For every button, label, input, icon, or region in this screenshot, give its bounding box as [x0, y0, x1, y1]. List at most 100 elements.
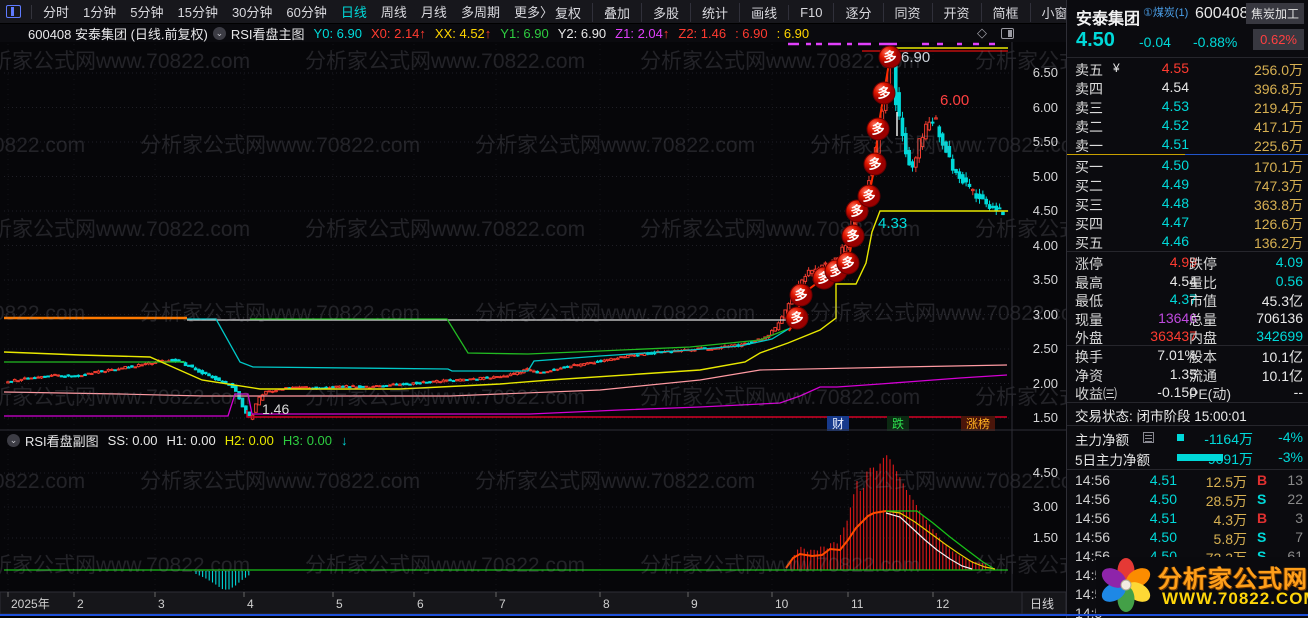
- industry-badge[interactable]: 焦炭加工: [1245, 3, 1304, 24]
- flow-label: 5日主力净额: [1075, 453, 1151, 468]
- level-label: 买四: [1075, 216, 1103, 232]
- tool-item-8[interactable]: 开资: [931, 2, 981, 22]
- period-item-6[interactable]: 日线: [334, 2, 374, 21]
- level-price: 4.52: [1161, 117, 1189, 133]
- period-item-4[interactable]: 30分钟: [225, 2, 279, 21]
- sell-level-2[interactable]: 卖二 4.52 417.1万: [1067, 116, 1308, 135]
- trading-app-window: 分析家公式网www.70822.com 分析家公式网www.70822.com 分析…: [0, 0, 1308, 618]
- svg-text:5.50: 5.50: [1033, 134, 1058, 149]
- stock-name[interactable]: 安泰集团: [1076, 5, 1140, 29]
- period-axis-label[interactable]: 日线: [1030, 597, 1054, 611]
- svg-text:分析家公式网www.70822.com: 分析家公式网www.70822.com: [810, 302, 1066, 325]
- tick-side: S: [1257, 491, 1267, 507]
- tool-item-7[interactable]: 同资: [882, 2, 932, 22]
- axis-month-label-7: 8: [603, 597, 610, 611]
- period-item-2[interactable]: 5分钟: [123, 2, 170, 21]
- indicator-field-2: XX: 4.52↑: [434, 25, 492, 41]
- level-price: 4.55: [1161, 60, 1189, 76]
- svg-text:多: 多: [846, 229, 859, 244]
- buy-level-3[interactable]: 买三 4.48 363.8万: [1067, 194, 1308, 213]
- svg-text:分析家公式网www.70822.com: 分析家公式网www.70822.com: [475, 470, 755, 493]
- svg-text:分析家公式网www.70822.com: 分析家公式网www.70822.com: [140, 470, 420, 493]
- tick-time: 14:56: [1075, 529, 1111, 545]
- toolbar: 分时 1分钟 5分钟 15分钟 30分钟 60分钟 日线 周线 月线 多周期 更多〉 复权 叠加 多股统…: [0, 0, 1222, 24]
- logo-site-url: WWW.70822.COM: [1162, 589, 1308, 608]
- period-item-5[interactable]: 60分钟: [279, 2, 333, 21]
- tool-item-9[interactable]: 简框: [980, 2, 1030, 22]
- buy-level-5[interactable]: 买五 4.46 136.2万: [1067, 232, 1308, 251]
- tool-item-5[interactable]: F10: [788, 4, 833, 20]
- collapse-subchart-icon[interactable]: ⌄: [7, 433, 20, 447]
- axis-month-label-11: 12: [936, 597, 950, 611]
- sector-tag[interactable]: ①煤炭(1): [1143, 4, 1188, 20]
- tool-item-2[interactable]: 多股: [641, 2, 690, 22]
- tick-count: 22: [1287, 491, 1303, 507]
- toolbar-divider: [31, 4, 32, 19]
- svg-text:3.50: 3.50: [1033, 272, 1058, 287]
- buy-level-4[interactable]: 买四 4.47 126.6万: [1067, 213, 1308, 232]
- period-item-8[interactable]: 月线: [414, 2, 454, 21]
- list-icon[interactable]: [1143, 432, 1154, 443]
- period-item-3[interactable]: 15分钟: [170, 2, 224, 21]
- sell-level-3[interactable]: 卖三 4.53 219.4万: [1067, 97, 1308, 116]
- currency-mark: ¥: [1113, 61, 1120, 75]
- level-label: 卖四: [1075, 81, 1103, 97]
- svg-text:2.00: 2.00: [1033, 376, 1058, 391]
- price-change: -0.04: [1139, 34, 1171, 50]
- price-change-pct: -0.88%: [1193, 34, 1238, 50]
- level-volume: 417.1万: [1253, 119, 1303, 135]
- tick-row-3: 14:56 4.50 5.8万 S 7: [1067, 528, 1308, 547]
- period-item-0[interactable]: 分时: [36, 2, 76, 21]
- panel-layout-icon[interactable]: [1001, 27, 1014, 39]
- tick-price: 4.51: [1149, 510, 1177, 526]
- symbol-title: 600408 安泰集团 (日线.前复权): [28, 26, 208, 42]
- tick-count: 13: [1287, 472, 1303, 488]
- level-volume: 363.8万: [1253, 197, 1303, 213]
- industry-change-pct: 0.62%: [1253, 29, 1304, 50]
- axis-month-label-8: 9: [691, 597, 698, 611]
- buy-level-1[interactable]: 买一 4.50 170.1万: [1067, 156, 1308, 175]
- indicator-field-8: : 6.90: [776, 25, 810, 41]
- svg-text:多: 多: [877, 86, 890, 101]
- tool-item-6[interactable]: 逐分: [833, 2, 882, 22]
- tick-row-0: 14:56 4.51 12.5万 B 13: [1067, 471, 1308, 490]
- svg-text:分析家公式网www.70822.com: 分析家公式网www.70822.com: [475, 302, 755, 325]
- stat-row-7: 收益㈢ -0.150 PE(动) --: [1067, 383, 1308, 402]
- tick-amount: 12.5万: [1205, 474, 1247, 490]
- main-indicator-name[interactable]: RSI看盘主图: [231, 24, 305, 43]
- tool-item-3[interactable]: 统计: [690, 2, 739, 22]
- sell-level-4[interactable]: 卖四 4.54 396.8万: [1067, 78, 1308, 97]
- stat-row-3: 现量 13646 总量 706136: [1067, 309, 1308, 328]
- period-item-9[interactable]: 多周期: [454, 2, 507, 21]
- tool-item-4[interactable]: 画线: [739, 2, 788, 22]
- money-flow-row-1[interactable]: 5日主力净额 -9091万 -3%: [1067, 448, 1308, 468]
- sell-level-5[interactable]: 卖五 ¥4.55 256.0万: [1067, 59, 1308, 78]
- buy-level-2[interactable]: 买二 4.49 747.3万: [1067, 175, 1308, 194]
- stat-row-5: 换手 7.01% 股本 10.1亿: [1067, 346, 1308, 365]
- period-item-7[interactable]: 周线: [374, 2, 414, 21]
- indicator-values: Y0: 6.90 X0: 2.14↑ XX: 4.52↑ Y1: 6.90 Y2: 6.…: [305, 26, 810, 41]
- money-flow-row-0[interactable]: 主力净额 -1164万 -4%: [1067, 428, 1308, 448]
- level-volume: 225.6万: [1253, 138, 1303, 154]
- level-price: 4.47: [1161, 214, 1189, 230]
- sub-indicator-field-3: H3: 0.00: [282, 432, 333, 448]
- tick-price: 4.50: [1149, 491, 1177, 507]
- sell-level-1[interactable]: 卖一 4.51 225.6万: [1067, 135, 1308, 154]
- window-split-icon[interactable]: [6, 5, 21, 18]
- main-chart-canvas[interactable]: 分析家公式网www.70822.com 分析家公式网www.70822.com 分析…: [0, 0, 1066, 618]
- collapse-indicator-icon[interactable]: ⌄: [212, 26, 226, 40]
- sub-indicator-name[interactable]: RSI看盘副图: [25, 431, 99, 450]
- tool-item-1[interactable]: 叠加: [592, 2, 641, 22]
- level-volume: 256.0万: [1253, 62, 1303, 78]
- stat-row-6: 净资 1.35 流通 10.1亿: [1067, 365, 1308, 384]
- price-annotation: 1.46: [262, 401, 289, 417]
- period-item-1[interactable]: 1分钟: [76, 2, 123, 21]
- svg-text:1.50: 1.50: [1033, 530, 1058, 545]
- period-menu: 分时 1分钟 5分钟 15分钟 30分钟 60分钟 日线 周线 月线 多周期 更多〉: [36, 2, 560, 21]
- tool-item-0[interactable]: 复权: [544, 3, 592, 22]
- down-arrow-icon: ↓: [341, 432, 348, 448]
- tick-side: B: [1257, 472, 1268, 488]
- level-label: 卖二: [1075, 119, 1103, 135]
- stat-value: --: [1293, 384, 1303, 401]
- diamond-marker-icon[interactable]: ◇: [977, 25, 987, 41]
